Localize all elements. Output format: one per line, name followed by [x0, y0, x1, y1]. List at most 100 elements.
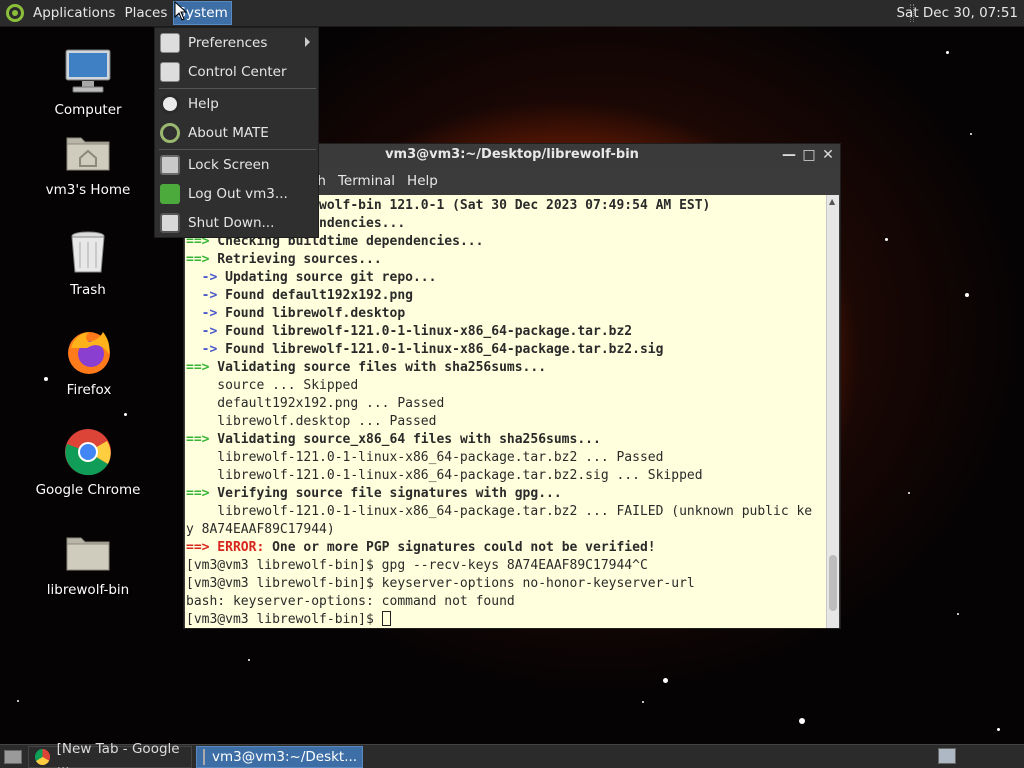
scrollbar-thumb[interactable] [829, 555, 837, 611]
menu-item-shut-down[interactable]: Shut Down... [155, 209, 318, 237]
text-cursor [381, 611, 391, 626]
close-icon[interactable]: ✕ [819, 146, 837, 164]
terminal-line: [vm3@vm3 librewolf-bin]$ keyserver-optio… [186, 575, 827, 593]
workspace-switcher[interactable] [938, 748, 956, 764]
terminal-text: [vm3@vm3 librewolf-bin]$ keyserver-optio… [186, 576, 695, 591]
desktop-icon-computer[interactable]: Computer [33, 48, 143, 118]
menu-item-label: Shut Down... [188, 215, 275, 231]
terminal-line: y 8A74EAAF89C17944) [186, 521, 827, 539]
terminal-text: -> [186, 342, 218, 357]
terminal-text: Found default192x192.png [217, 288, 413, 303]
folder-icon [64, 528, 112, 576]
terminal-text: Retrieving sources... [209, 252, 382, 267]
menu-item-about-mate[interactable]: About MATE [155, 119, 318, 147]
terminal-text: -> [186, 270, 218, 285]
scroll-up-icon[interactable]: ▲ [829, 197, 835, 206]
terminal-text: Updating source git repo... [217, 270, 437, 285]
star [885, 238, 888, 241]
terminal-text: ==> [186, 432, 210, 447]
preferences-icon [160, 33, 180, 53]
menu-item-label: Log Out vm3... [188, 186, 288, 202]
chrome-icon [35, 748, 50, 765]
mate-logo-icon[interactable] [6, 4, 24, 22]
terminal-line: librewolf-121.0-1-linux-x86_64-package.t… [186, 503, 827, 521]
computer-icon [64, 48, 112, 96]
terminal-line: [vm3@vm3 librewolf-bin]$ gpg --recv-keys… [186, 557, 827, 575]
terminal-line: librewolf-121.0-1-linux-x86_64-package.t… [186, 449, 827, 467]
terminal-text: -> [186, 288, 218, 303]
menu-separator [159, 149, 316, 150]
terminal-line: ==> Validating source files with sha256s… [186, 359, 827, 377]
control-center-icon [160, 62, 180, 82]
desktop-icon-home[interactable]: vm3's Home [33, 128, 143, 198]
terminal-line: librewolf.desktop ... Passed [186, 413, 827, 431]
menu-item-log-out[interactable]: Log Out vm3... [155, 180, 318, 208]
desktop-icon-firefox[interactable]: Firefox [34, 328, 144, 398]
lock-screen-icon [160, 155, 180, 175]
logout-icon [160, 184, 180, 204]
maximize-icon[interactable]: □ [800, 146, 818, 164]
terminal-text: ERROR: [209, 540, 265, 555]
desktop-icon-label: Firefox [66, 382, 112, 398]
clock[interactable]: Sat Dec 30, 07:51 [896, 5, 1018, 21]
terminal-text: [vm3@vm3 librewolf-bin]$ gpg --recv-keys… [186, 558, 648, 573]
top-panel: Applications Places System Sat Dec 30, 0… [0, 0, 1024, 27]
star [908, 492, 910, 494]
submenu-arrow-icon [305, 37, 310, 47]
terminal-text: One or more PGP signatures could not be … [264, 540, 656, 555]
star [17, 700, 19, 702]
terminal-icon [203, 748, 205, 765]
firefox-icon [65, 328, 113, 376]
menu-item-label: About MATE [188, 125, 269, 141]
menu-terminal[interactable]: Terminal [338, 173, 395, 189]
menu-separator [159, 88, 316, 89]
menu-item-label: Help [188, 96, 219, 112]
desktop-icon-librewolf-bin[interactable]: librewolf-bin [33, 528, 143, 598]
terminal-line: ==> ERROR: One or more PGP signatures co… [186, 539, 827, 557]
window-title: vm3@vm3:~/Desktop/librewolf-bin [385, 147, 639, 162]
terminal-text: ==> [186, 252, 210, 267]
chrome-icon [64, 428, 112, 476]
places-menu[interactable]: Places [121, 2, 170, 24]
terminal-text: librewolf-121.0-1-linux-x86_64-package.t… [186, 468, 703, 483]
terminal-text: Found librewolf-121.0-1-linux-x86_64-pac… [217, 342, 664, 357]
terminal-line: librewolf-121.0-1-linux-x86_64-package.t… [186, 467, 827, 485]
applications-menu[interactable]: Applications [30, 2, 118, 24]
terminal-text: Found librewolf-121.0-1-linux-x86_64-pac… [217, 324, 633, 339]
taskbar-button-terminal[interactable]: vm3@vm3:~/Deskt... [196, 745, 363, 768]
terminal-text: default192x192.png ... Passed [186, 396, 445, 411]
menu-item-lock-screen[interactable]: Lock Screen [155, 151, 318, 179]
minimize-icon[interactable]: — [780, 146, 798, 164]
desktop-icon-label: Computer [54, 102, 122, 118]
star [957, 613, 959, 615]
terminal-output[interactable]: ke: librewolf-bin 121.0-1 (Sat 30 Dec 20… [185, 195, 827, 628]
desktop-icon-chrome[interactable]: Google Chrome [33, 428, 143, 498]
desktop-icon-label: vm3's Home [45, 182, 131, 198]
menu-item-label: Preferences [188, 35, 268, 51]
terminal-line: ==> Verifying source file signatures wit… [186, 485, 827, 503]
terminal-scrollbar[interactable]: ▲ [826, 195, 839, 628]
menu-item-label: Lock Screen [188, 157, 270, 173]
terminal-line: -> Found default192x192.png [186, 287, 827, 305]
shutdown-icon [160, 213, 180, 233]
terminal-line: ==> Validating source_x86_64 files with … [186, 431, 827, 449]
menu-item-control-center[interactable]: Control Center [155, 58, 318, 86]
terminal-line: -> Found librewolf.desktop [186, 305, 827, 323]
star [946, 51, 949, 54]
terminal-text: ==> [186, 360, 210, 375]
show-desktop-icon[interactable] [4, 749, 22, 764]
menu-item-preferences[interactable]: Preferences [155, 29, 318, 57]
terminal-text: [vm3@vm3 librewolf-bin]$ [186, 612, 382, 627]
desktop-icon-trash[interactable]: Trash [33, 228, 143, 298]
terminal-text: Verifying source file signatures with gp… [209, 486, 562, 501]
help-icon [160, 94, 180, 114]
terminal-line: -> Updating source git repo... [186, 269, 827, 287]
menu-help[interactable]: Help [407, 173, 438, 189]
terminal-text: y 8A74EAAF89C17944) [186, 522, 335, 537]
star [997, 728, 1000, 731]
desktop-icon-label: Trash [70, 282, 106, 298]
system-dropdown-menu: Preferences Control Center Help About MA… [154, 27, 319, 238]
menu-item-help[interactable]: Help [155, 90, 318, 118]
trash-icon [64, 228, 112, 276]
taskbar-button-chrome[interactable]: [New Tab - Google ... [28, 741, 192, 768]
